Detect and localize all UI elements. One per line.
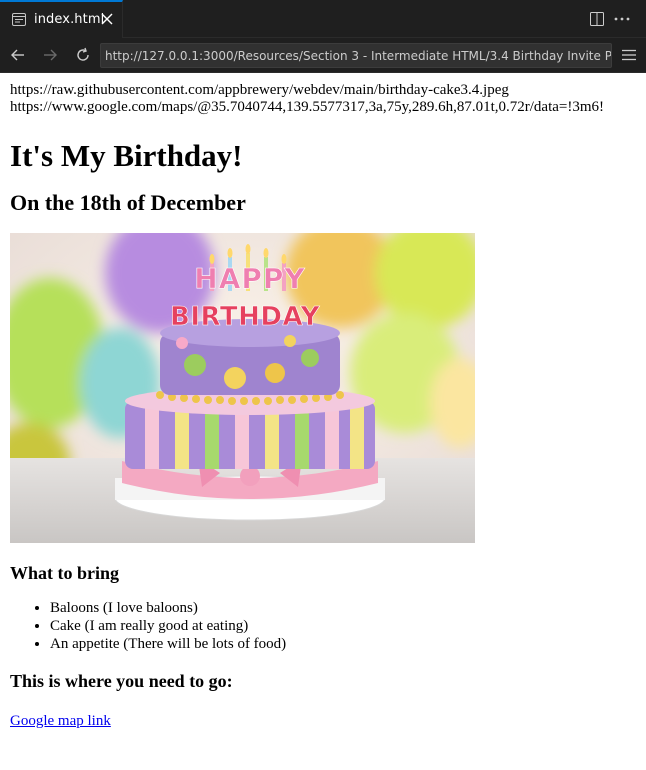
where-heading: This is where you need to go:: [10, 671, 233, 691]
browser-preview-icon: [12, 13, 26, 26]
page-subtitle: On the 18th of December: [10, 190, 246, 215]
more-actions-icon[interactable]: [614, 17, 630, 21]
tab-label: index.html: [34, 12, 105, 27]
address-bar[interactable]: http://127.0.0.1:3000/Resources/Section …: [100, 43, 612, 68]
birthday-cake-image: HAPPY BIRTHDAY: [10, 233, 475, 543]
raw-url-text: https://www.google.com/maps/@35.7040744,…: [10, 99, 605, 115]
hamburger-menu-icon[interactable]: [622, 49, 636, 61]
raw-url-text: https://raw.githubusercontent.com/appbre…: [10, 82, 509, 98]
split-editor-icon[interactable]: [590, 12, 604, 26]
google-map-link[interactable]: Google map link: [10, 712, 111, 730]
bring-heading: What to bring: [10, 563, 120, 583]
reload-icon[interactable]: [75, 47, 91, 63]
list-item: Baloons (I love baloons): [50, 599, 646, 617]
forward-arrow-icon[interactable]: [42, 47, 58, 63]
cake-birthday-text: BIRTHDAY: [170, 302, 321, 332]
page-title: It's My Birthday!: [10, 138, 243, 173]
cake-happy-text: HAPPY: [194, 262, 305, 295]
list-item: An appetite (There will be lots of food): [50, 635, 646, 653]
back-arrow-icon[interactable]: [10, 47, 26, 63]
browser-toolbar: http://127.0.0.1:3000/Resources/Section …: [0, 38, 646, 73]
birthday-cake-illustration: HAPPY BIRTHDAY: [10, 233, 475, 543]
tab-index-html[interactable]: index.html: [0, 0, 123, 38]
page-content: https://raw.githubusercontent.com/appbre…: [0, 74, 646, 770]
list-item: Cake (I am really good at eating): [50, 617, 646, 635]
editor-tab-bar: index.html: [0, 0, 646, 38]
bring-list: Baloons (I love baloons) Cake (I am real…: [10, 599, 646, 653]
close-icon[interactable]: [101, 13, 113, 25]
